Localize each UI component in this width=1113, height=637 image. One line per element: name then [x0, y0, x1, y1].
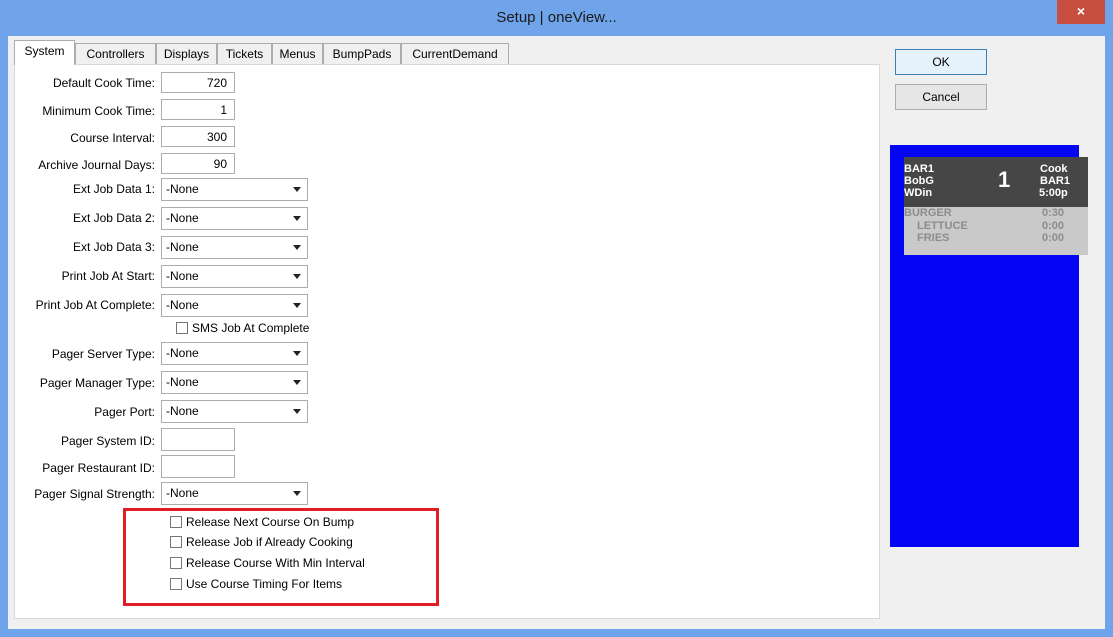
course-interval-label: Course Interval:: [70, 131, 155, 145]
ext-job-data-1-label: Ext Job Data 1:: [72, 182, 155, 196]
pager-signal-strength-select[interactable]: -None: [161, 482, 308, 505]
dropdown-arrow-icon: [293, 187, 301, 192]
pager-signal-strength-label: Pager Signal Strength:: [34, 487, 155, 501]
dropdown-arrow-icon: [293, 245, 301, 250]
pager-restaurant-id-input[interactable]: [161, 455, 235, 478]
close-button[interactable]: ×: [1057, 0, 1105, 24]
setup-window: Setup | oneView... × System Controllers …: [0, 0, 1113, 637]
ext-job-data-3-select[interactable]: -None: [161, 236, 308, 259]
default-cook-time-label: Default Cook Time:: [52, 76, 155, 90]
minimum-cook-time-label: Minimum Cook Time:: [42, 104, 155, 118]
course-interval-input[interactable]: 300: [161, 126, 235, 147]
dropdown-arrow-icon: [293, 380, 301, 385]
ext-job-data-3-value: -None: [166, 240, 199, 254]
pager-manager-type-select[interactable]: -None: [161, 371, 308, 394]
dropdown-arrow-icon: [293, 303, 301, 308]
print-job-at-complete-label: Print Job At Complete:: [35, 298, 155, 312]
ticket-preview: BAR1 BobG WDin 1 Cook BAR1 5:00p BURGER …: [890, 145, 1088, 547]
ext-job-data-1-select[interactable]: -None: [161, 178, 308, 201]
sms-job-at-complete-label: SMS Job At Complete: [192, 321, 310, 335]
ticket-status: Cook: [1040, 163, 1068, 175]
ok-button[interactable]: OK: [895, 49, 987, 75]
pager-signal-strength-value: -None: [166, 486, 199, 500]
print-job-at-complete-value: -None: [166, 298, 199, 312]
print-job-at-start-value: -None: [166, 269, 199, 283]
ticket-order-type: WDin: [904, 187, 933, 199]
title-bar: Setup | oneView... ×: [0, 0, 1113, 36]
dropdown-arrow-icon: [293, 491, 301, 496]
dialog-client-area: System Controllers Displays Tickets Menu…: [8, 36, 1105, 629]
print-job-at-start-label: Print Job At Start:: [61, 269, 155, 283]
pager-port-label: Pager Port:: [94, 405, 155, 419]
tab-tickets[interactable]: Tickets: [217, 43, 272, 64]
ticket-item-name: LETTUCE: [917, 220, 968, 232]
ticket-item-name: FRIES: [917, 232, 950, 244]
pager-restaurant-id-label: Pager Restaurant ID:: [42, 461, 155, 475]
pager-manager-type-label: Pager Manager Type:: [39, 376, 155, 390]
sms-job-at-complete-checkbox[interactable]: SMS Job At Complete: [176, 321, 336, 337]
ticket-header: BAR1 BobG WDin 1 Cook BAR1 5:00p: [904, 157, 1088, 207]
pager-port-value: -None: [166, 404, 199, 418]
ticket-items: BURGER 0:30 LETTUCE 0:00 FRIES 0:00: [904, 207, 1088, 255]
ext-job-data-2-select[interactable]: -None: [161, 207, 308, 230]
window-title: Setup | oneView...: [496, 9, 617, 26]
tab-menus[interactable]: Menus: [272, 43, 323, 64]
pager-server-type-select[interactable]: -None: [161, 342, 308, 365]
dropdown-arrow-icon: [293, 274, 301, 279]
ext-job-data-2-label: Ext Job Data 2:: [72, 211, 155, 225]
cancel-button[interactable]: Cancel: [895, 84, 987, 110]
dropdown-arrow-icon: [293, 216, 301, 221]
ext-job-data-3-label: Ext Job Data 3:: [72, 240, 155, 254]
dropdown-arrow-icon: [293, 409, 301, 414]
ticket-time: 5:00p: [1039, 187, 1068, 199]
highlight-annotation-box: [123, 508, 439, 606]
checkbox-box[interactable]: [176, 322, 188, 334]
tab-controllers[interactable]: Controllers: [75, 43, 156, 64]
ticket-item-time: 0:00: [1042, 220, 1065, 232]
ext-job-data-1-value: -None: [166, 182, 199, 196]
ext-job-data-2-value: -None: [166, 211, 199, 225]
pager-server-type-value: -None: [166, 346, 199, 360]
pager-server-type-label: Pager Server Type:: [51, 347, 155, 361]
default-cook-time-input[interactable]: 720: [161, 72, 235, 93]
ticket-number: 1: [998, 167, 1011, 192]
tab-currentdemand[interactable]: CurrentDemand: [401, 43, 509, 64]
pager-manager-type-value: -None: [166, 375, 199, 389]
pager-system-id-label: Pager System ID:: [60, 434, 155, 448]
pager-system-id-input[interactable]: [161, 428, 235, 451]
minimum-cook-time-input[interactable]: 1: [161, 99, 235, 120]
ticket-item-time: 0:30: [1042, 207, 1065, 219]
pager-port-select[interactable]: -None: [161, 400, 308, 423]
print-job-at-start-select[interactable]: -None: [161, 265, 308, 288]
ticket-destination: BAR1: [1040, 175, 1070, 187]
archive-journal-days-label: Archive Journal Days:: [38, 158, 155, 172]
archive-journal-days-input[interactable]: 90: [161, 153, 235, 174]
tab-bumppads[interactable]: BumpPads: [323, 43, 401, 64]
ticket-item-time: 0:00: [1042, 232, 1065, 244]
ticket-station: BAR1: [904, 163, 934, 175]
ticket-server: BobG: [904, 175, 934, 187]
ticket-item-name: BURGER: [904, 207, 952, 219]
print-job-at-complete-select[interactable]: -None: [161, 294, 308, 317]
tab-displays[interactable]: Displays: [156, 43, 217, 64]
dropdown-arrow-icon: [293, 351, 301, 356]
tab-system[interactable]: System: [14, 40, 75, 65]
